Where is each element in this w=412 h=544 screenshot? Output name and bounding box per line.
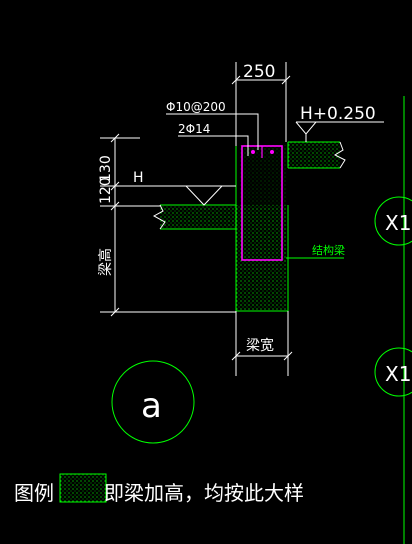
legend-hatch-swatch [59,473,107,503]
stirrup-text: Φ10@200 [166,100,226,114]
beam-upper-hatch [240,145,286,205]
height-120-text: 120 [98,177,114,204]
h-mark-text: H [133,170,144,186]
h-level-marker [185,185,223,206]
legend-label: 图例 [14,481,54,505]
detail-marker-letter: a [141,386,162,426]
top-width-text: 250 [243,62,275,82]
legend-description: 即梁加高，均按此大样 [104,481,304,505]
raised-slab-hatch [288,142,340,168]
beam-raise-hatch-left [160,205,240,229]
bars-text: 2Φ14 [178,122,210,136]
axis-2-label: X1 [385,362,411,386]
axis-1-label: X1 [385,211,411,235]
elevation-text: H+0.250 [300,104,376,124]
structural-beam-label: 结构梁 [312,243,345,257]
beam-height-text: 梁高 [97,248,114,276]
beam-body-hatch [236,205,286,311]
beam-detail-drawing: 250 H+0.250 Φ10@200 2Φ14 130 120 梁高 H 结构… [14,62,412,544]
beam-width-text: 梁宽 [246,337,274,354]
elevation-marker [295,121,384,142]
cad-drawing-canvas: 250 H+0.250 Φ10@200 2Φ14 130 120 梁高 H 结构… [0,0,412,544]
